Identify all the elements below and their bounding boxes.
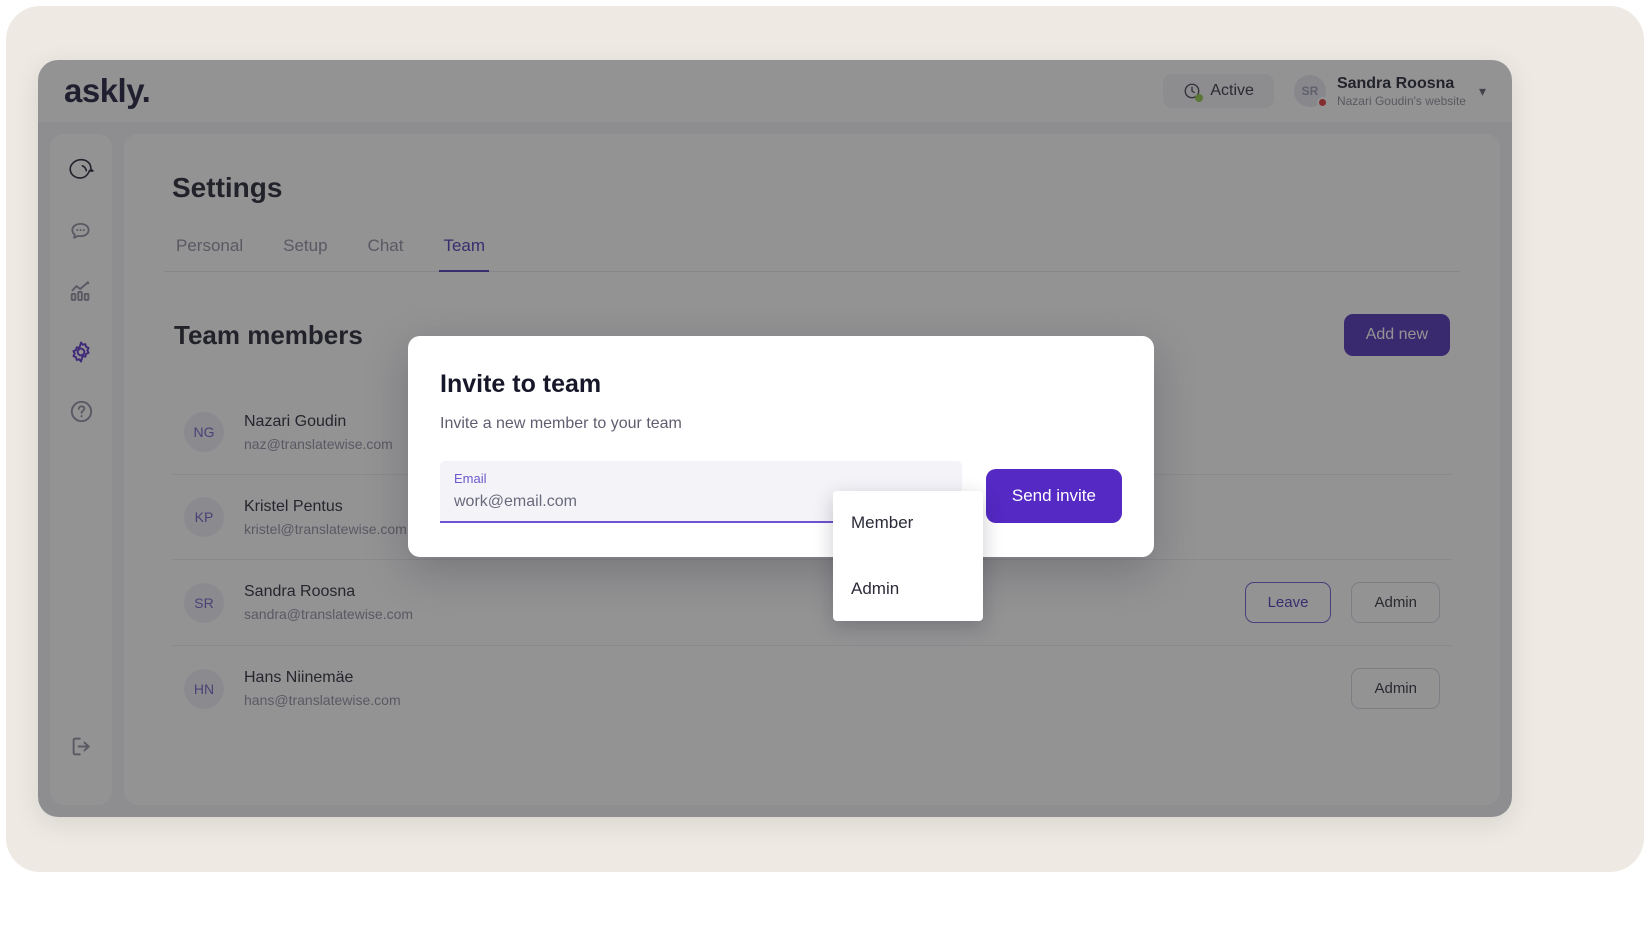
dialog-subtitle: Invite a new member to your team [440, 415, 682, 432]
chevron-down-icon[interactable]: ▾ [1479, 84, 1486, 98]
email-input[interactable] [454, 493, 867, 511]
gear-icon [68, 339, 94, 370]
role-button-admin[interactable]: Admin [1351, 668, 1440, 709]
invite-to-team-dialog: Invite to team Invite a new member to yo… [408, 336, 1154, 557]
member-name: Hans Niinemäe [244, 669, 354, 686]
clock-icon [1183, 82, 1204, 102]
avatar: SR [1293, 75, 1328, 108]
role-dropdown-menu: Member Admin [833, 491, 983, 621]
status-label: Active [1210, 82, 1254, 99]
member-info: Nazari Goudin naz@translatewise.com [244, 413, 393, 452]
analytics-chart-icon [68, 278, 95, 310]
sidebar-item-brand[interactable] [59, 150, 103, 194]
menu-item-member[interactable]: Member [833, 499, 983, 547]
askly-logo[interactable]: askly. [64, 72, 151, 110]
top-bar: askly. Active SR Sandra Roosna Nazari Go… [38, 60, 1512, 122]
row-actions: Leave Admin [1244, 582, 1440, 623]
email-field-column: Email [454, 471, 867, 511]
member-info: Sandra Roosna sandra@translatewise.com [244, 583, 413, 622]
avatar: NG [184, 412, 224, 452]
sidebar-item-logout[interactable] [59, 727, 103, 771]
avatar-initials: SR [1301, 84, 1319, 98]
user-meta: Sandra Roosna Nazari Goudin's website [1337, 74, 1466, 109]
table-row: HN Hans Niinemäe hans@translatewise.com … [172, 646, 1452, 731]
sidebar-item-statistics[interactable] [59, 272, 103, 316]
avatar: HN [184, 668, 224, 709]
member-info: Hans Niinemäe hans@translatewise.com [244, 669, 401, 708]
logout-icon [68, 733, 95, 765]
member-email: hans@translatewise.com [244, 692, 401, 708]
member-info: Kristel Pentus kristel@translatewise.com [244, 498, 407, 537]
top-bar-right: Active SR Sandra Roosna Nazari Goudin's … [1163, 70, 1490, 113]
leave-button[interactable]: Leave [1244, 582, 1332, 623]
member-name: Kristel Pentus [244, 497, 343, 515]
row-actions: Admin [1351, 668, 1440, 709]
sidebar [50, 134, 112, 805]
question-circle-icon [68, 398, 95, 430]
menu-item-admin[interactable]: Admin [833, 565, 983, 613]
email-field-label: Email [454, 471, 487, 486]
page-title: Settings [172, 172, 283, 203]
tab-team[interactable]: Team [439, 230, 490, 272]
section-title: Team members [174, 319, 363, 350]
member-email: naz@translatewise.com [244, 435, 393, 452]
table-row: SR Sandra Roosna sandra@translatewise.co… [172, 560, 1452, 646]
page-root: askly. Active SR Sandra Roosna Nazari Go… [0, 0, 1650, 934]
askly-brand-icon [66, 155, 96, 190]
member-name: Nazari Goudin [244, 412, 347, 430]
user-site: Nazari Goudin's website [1336, 93, 1466, 108]
presence-dot [1316, 97, 1328, 108]
status-dot [1195, 94, 1204, 102]
sidebar-item-settings[interactable] [59, 332, 103, 376]
status-selector[interactable]: Active [1163, 74, 1274, 108]
send-invite-button[interactable]: Send invite [985, 469, 1122, 523]
invite-form-row: Email Member Send invite [440, 461, 1122, 523]
role-button-admin[interactable]: Admin [1351, 582, 1440, 623]
tab-setup[interactable]: Setup [279, 230, 331, 272]
member-email: kristel@translatewise.com [244, 520, 407, 537]
avatar: SR [184, 582, 224, 623]
member-email: sandra@translatewise.com [244, 606, 414, 622]
chat-bubble-icon [68, 219, 94, 250]
add-new-button[interactable]: Add new [1343, 314, 1450, 356]
avatar: KP [184, 497, 224, 537]
tab-personal[interactable]: Personal [172, 230, 247, 272]
sidebar-item-help[interactable] [59, 392, 103, 436]
dialog-title: Invite to team [440, 370, 602, 398]
sidebar-item-conversations[interactable] [59, 212, 103, 256]
user-name: Sandra Roosna [1336, 74, 1455, 92]
tab-chat[interactable]: Chat [364, 230, 408, 272]
member-name: Sandra Roosna [244, 583, 356, 600]
user-menu[interactable]: SR Sandra Roosna Nazari Goudin's website… [1288, 70, 1490, 113]
settings-tabs: Personal Setup Chat Team [164, 230, 1460, 272]
